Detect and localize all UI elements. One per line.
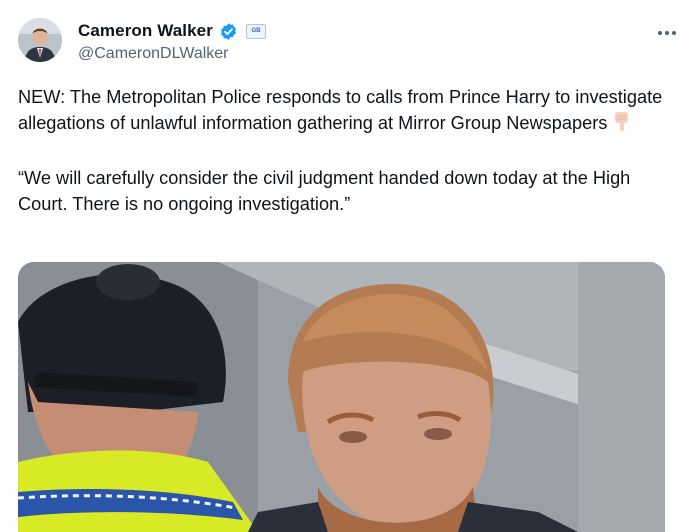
affiliate-badge-icon[interactable]: GB (245, 23, 266, 39)
handle[interactable]: @CameronDLWalker (78, 45, 229, 63)
verified-badge-icon (219, 22, 238, 41)
display-name[interactable]: Cameron Walker (78, 21, 213, 41)
tweet-photo[interactable] (18, 262, 665, 532)
more-icon[interactable] (652, 23, 682, 43)
avatar[interactable] (18, 18, 62, 62)
tweet: Cameron Walker GB @CameronDLWalker NEW: … (0, 0, 700, 532)
tweet-header: Cameron Walker GB @CameronDLWalker (18, 14, 682, 70)
tweet-text: NEW: The Metropolitan Police responds to… (18, 84, 683, 217)
tweet-paragraph-2: “We will carefully consider the civil ju… (18, 168, 631, 214)
tweet-paragraph-1: NEW: The Metropolitan Police responds to… (18, 87, 663, 133)
pointing-down-emoji-icon (611, 110, 631, 139)
